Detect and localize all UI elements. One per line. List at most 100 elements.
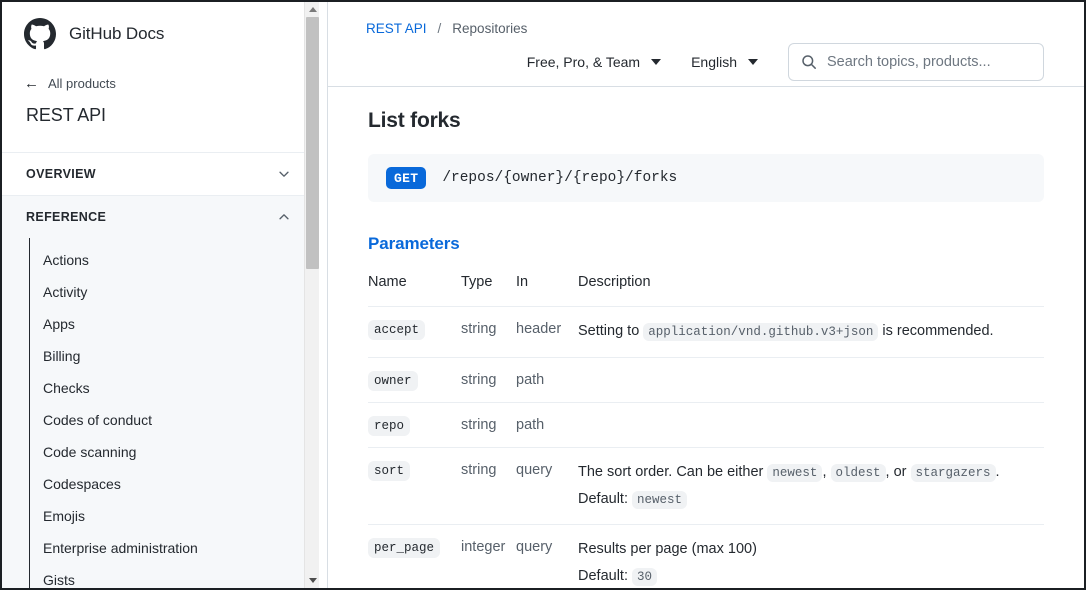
parameters-table-head: Name Type In Description [368, 274, 1044, 307]
param-name: repo [368, 415, 411, 436]
breadcrumb-rest-api[interactable]: REST API [366, 21, 427, 36]
product-title: REST API [26, 105, 106, 125]
param-name-cell: repo [368, 401, 461, 448]
table-row: accept string header Setting to applicat… [368, 306, 1044, 358]
sidebar-scrollbar-thumb[interactable] [306, 17, 319, 269]
search-box[interactable] [788, 43, 1044, 81]
sidebar-item-activity[interactable]: Activity [30, 276, 313, 308]
column-header-in: In [516, 274, 529, 290]
param-type-cell: string [461, 356, 516, 403]
param-name: per_page [368, 538, 441, 559]
all-products-label: All products [48, 75, 116, 91]
chevron-down-icon [279, 171, 289, 177]
param-name: sort [368, 460, 411, 481]
param-description-cell: The sort order. Can be either newest, ol… [578, 446, 1044, 525]
scroll-down-arrow-icon[interactable] [305, 573, 320, 588]
param-description-cell [578, 356, 1044, 403]
sidebar-item-gists[interactable]: Gists [30, 564, 313, 588]
sidebar-section-reference: REFERENCE Actions Activity Apps Billing … [2, 195, 313, 588]
default-value: 30 [632, 568, 658, 586]
default-label: Default: [578, 490, 628, 507]
chevron-down-icon [748, 59, 758, 65]
table-header-row: Name Type In Description [368, 274, 1044, 307]
all-products-back-link[interactable]: ← All products [2, 74, 313, 92]
sidebar-section-reference-toggle[interactable]: REFERENCE [2, 196, 313, 238]
sidebar-item-code-scanning[interactable]: Code scanning [30, 436, 313, 468]
param-description-cell: Results per page (max 100) Default: 30 [578, 524, 1044, 588]
column-header-type: Type [461, 274, 493, 290]
sidebar-item-codes-of-conduct[interactable]: Codes of conduct [30, 404, 313, 436]
sidebar-scroll-content: GitHub Docs ← All products REST API OVER… [2, 2, 313, 588]
description-code-oldest: oldest [830, 463, 886, 482]
param-default: Default: newest [578, 489, 1044, 511]
sidebar-item-actions[interactable]: Actions [30, 244, 313, 276]
brand-home-link[interactable]: GitHub Docs [2, 2, 313, 50]
default-label: Default: [578, 568, 628, 584]
description-text-pre: Setting to [578, 323, 640, 339]
parameters-table-body: accept string header Setting to applicat… [368, 306, 1044, 588]
description-code-stargazers: stargazers [910, 463, 996, 482]
param-description: The sort order. Can be either newest, ol… [578, 462, 1044, 484]
article-body: List forks GET /repos/{owner}/{repo}/for… [328, 87, 1084, 588]
chevron-up-icon [279, 214, 289, 220]
breadcrumb: REST API / Repositories [366, 2, 1044, 37]
sidebar-section-overview: OVERVIEW [2, 152, 313, 195]
sidebar-item-emojis[interactable]: Emojis [30, 500, 313, 532]
param-in-cell: path [516, 356, 578, 403]
param-name-cell: sort [368, 446, 461, 525]
param-description-cell: Setting to application/vnd.github.v3+jso… [578, 306, 1044, 358]
parameters-table: Name Type In Description accept string h… [368, 274, 1044, 588]
breadcrumb-repositories[interactable]: Repositories [452, 21, 527, 36]
column-header-name: Name [368, 274, 407, 290]
param-name-cell: owner [368, 356, 461, 403]
column-header-description: Description [578, 274, 651, 290]
sidebar: GitHub Docs ← All products REST API OVER… [2, 2, 328, 588]
param-name-cell: accept [368, 306, 461, 358]
sidebar-item-billing[interactable]: Billing [30, 340, 313, 372]
param-in-cell: query [516, 446, 578, 525]
param-type-cell: integer [461, 524, 516, 588]
description-text-mid: , or [885, 463, 907, 480]
param-description: Results per page (max 100) [578, 541, 757, 558]
search-icon [802, 55, 816, 69]
param-default: Default: 30 [578, 566, 1044, 588]
endpoint-path: /repos/{owner}/{repo}/forks [442, 170, 678, 186]
sidebar-scrollbar[interactable] [304, 2, 319, 588]
topbar: REST API / Repositories Free, Pro, & Tea… [328, 2, 1084, 87]
language-dropdown[interactable]: English [691, 54, 758, 70]
sidebar-section-reference-label: REFERENCE [26, 210, 107, 224]
description-text-post: . [995, 463, 1000, 480]
param-name: accept [368, 320, 426, 340]
param-description-cell [578, 401, 1044, 448]
table-row: per_page integer query Results per page … [368, 524, 1044, 588]
description-text-pre: The sort order. Can be either [578, 463, 764, 480]
table-row: owner string path [368, 356, 1044, 403]
sidebar-section-overview-toggle[interactable]: OVERVIEW [2, 153, 313, 195]
sidebar-item-apps[interactable]: Apps [30, 308, 313, 340]
description-comma: , [822, 463, 827, 480]
arrow-left-icon: ← [24, 74, 39, 92]
http-method-badge: GET [386, 167, 427, 189]
param-type-cell: string [461, 401, 516, 448]
sidebar-section-overview-label: OVERVIEW [26, 167, 96, 181]
sidebar-item-checks[interactable]: Checks [30, 372, 313, 404]
plan-dropdown-label: Free, Pro, & Team [526, 54, 641, 70]
search-input[interactable] [827, 54, 1031, 70]
scroll-up-arrow-icon[interactable] [305, 2, 320, 17]
breadcrumb-separator: / [437, 20, 442, 36]
brand-title: GitHub Docs [69, 24, 165, 43]
table-row: repo string path [368, 401, 1044, 448]
main-content: REST API / Repositories Free, Pro, & Tea… [328, 2, 1084, 588]
param-type-cell: string [461, 306, 516, 358]
endpoint-box: GET /repos/{owner}/{repo}/forks [368, 154, 1044, 202]
plan-dropdown[interactable]: Free, Pro, & Team [526, 54, 662, 70]
param-description: Setting to application/vnd.github.v3+jso… [578, 321, 1044, 343]
default-value: newest [632, 490, 688, 509]
parameters-heading[interactable]: Parameters [368, 234, 1044, 254]
github-docs-page: GitHub Docs ← All products REST API OVER… [0, 0, 1086, 590]
sidebar-item-codespaces[interactable]: Codespaces [30, 468, 313, 500]
page-title: List forks [368, 109, 461, 132]
sidebar-item-enterprise-administration[interactable]: Enterprise administration [30, 532, 313, 564]
param-type-cell: string [461, 446, 516, 525]
chevron-down-icon [651, 59, 662, 65]
